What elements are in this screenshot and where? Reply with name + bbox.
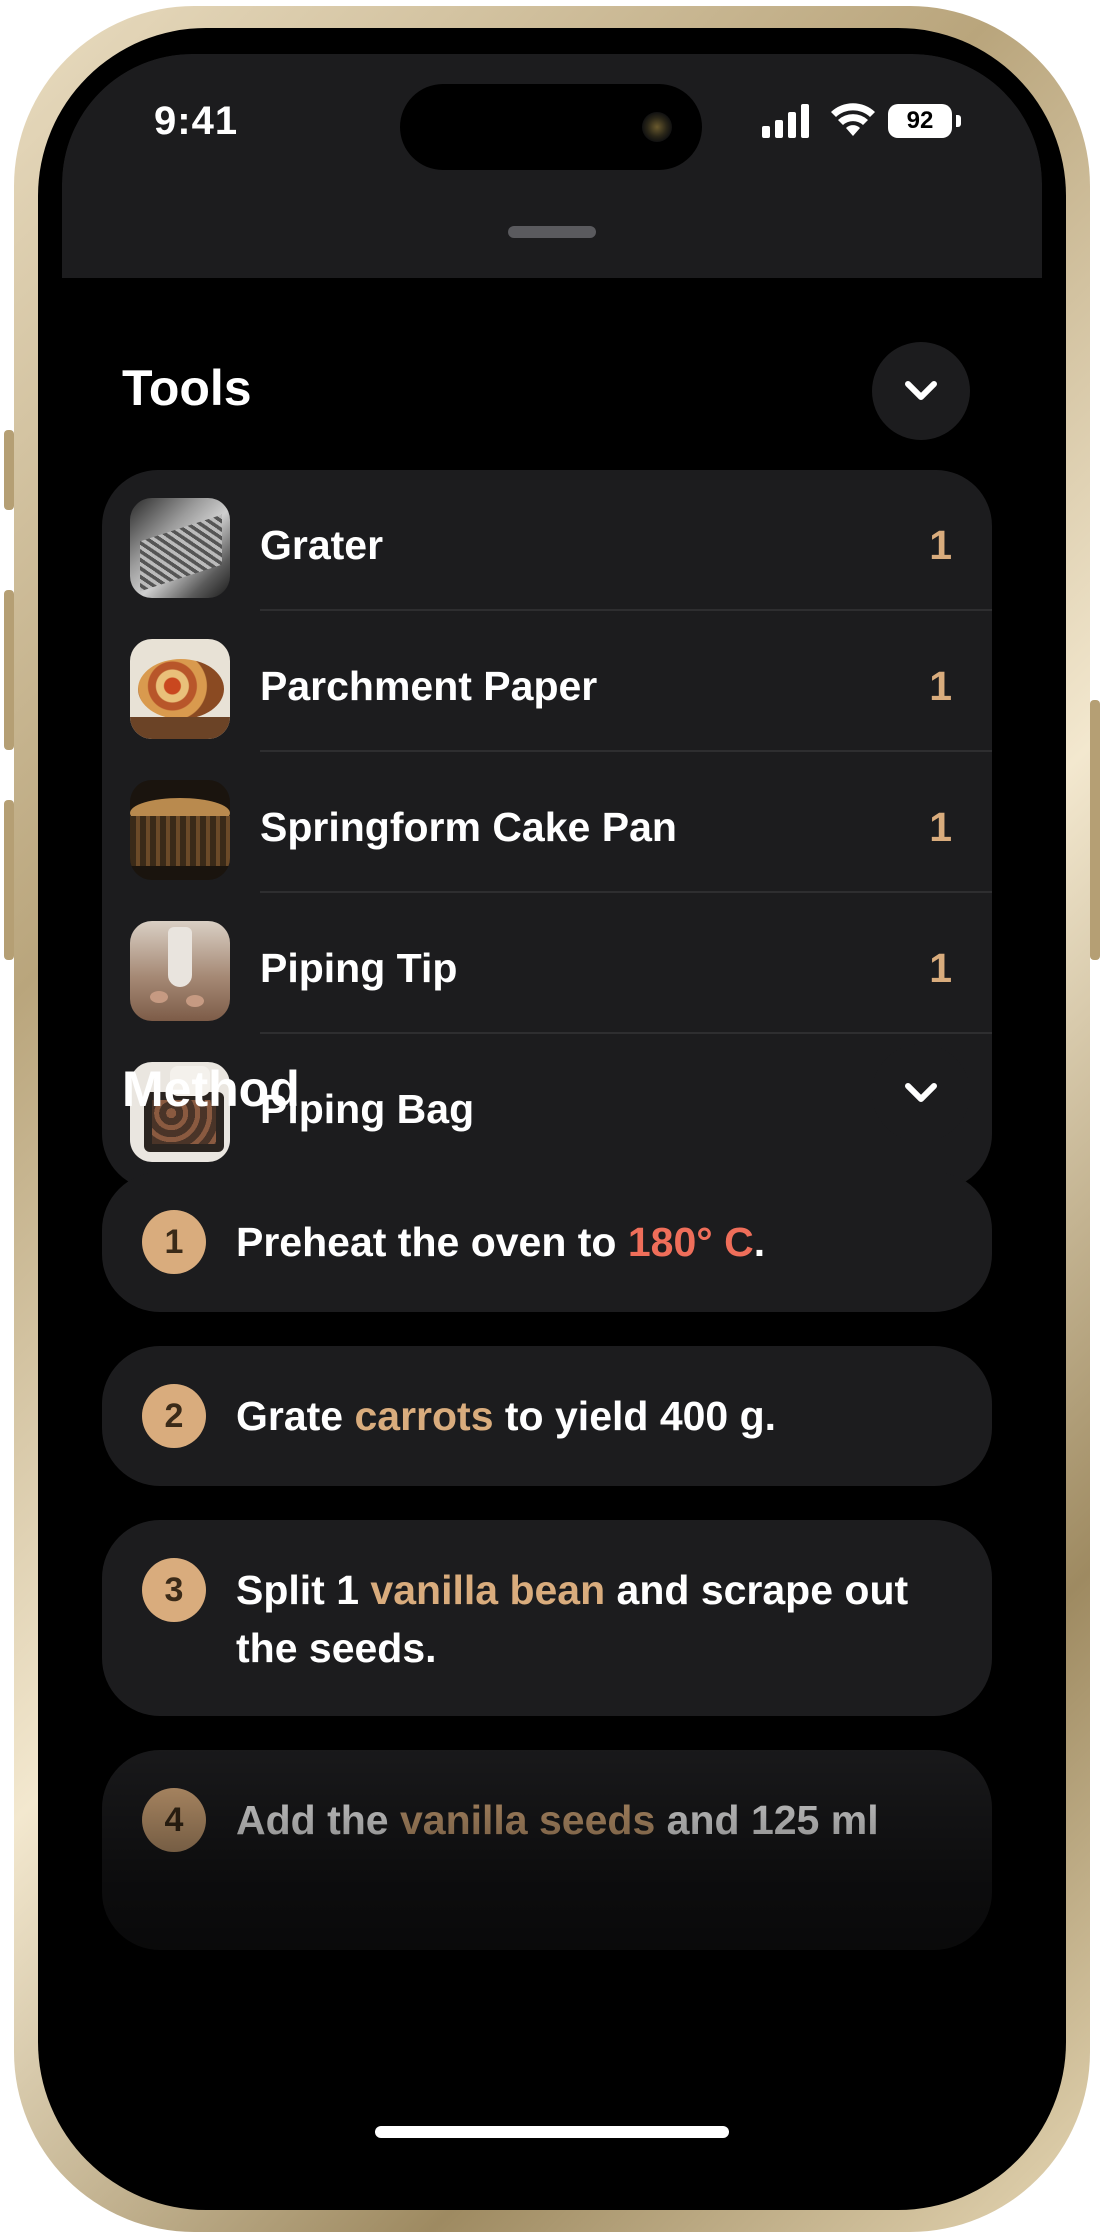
step-text: Add the vanilla seeds and 125 ml (236, 1791, 952, 1849)
step-text-part: . (753, 1219, 766, 1265)
method-collapse-button[interactable] (872, 1044, 970, 1142)
ingredient-highlight: carrots (354, 1393, 494, 1439)
camera-icon (642, 112, 672, 142)
action-button (4, 430, 14, 510)
step-number-badge: 1 (142, 1210, 206, 1274)
step-text-part: Split 1 (236, 1567, 371, 1613)
step-text-part: to yield 400 g. (493, 1393, 777, 1439)
power-button (1090, 700, 1100, 960)
ingredient-highlight: vanilla seeds (399, 1797, 656, 1843)
cellular-signal-icon (762, 102, 812, 138)
tools-collapse-button[interactable] (872, 342, 970, 440)
screen: 9:41 92 Tools Grater 1 Parchment Paper 1… (62, 54, 1042, 2186)
method-step[interactable]: 1 Preheat the oven to 180° C. (102, 1172, 992, 1312)
piping-tip-thumbnail (130, 921, 230, 1021)
wifi-icon (831, 103, 875, 136)
sheet-grabber[interactable] (508, 226, 596, 238)
chevron-down-icon (905, 1083, 937, 1102)
status-icons: 92 (762, 102, 992, 142)
battery-nub (956, 115, 961, 127)
tool-name: Grater (260, 522, 384, 568)
tool-row-grater[interactable]: Grater 1 (102, 470, 992, 611)
step-text-part: Grate (236, 1393, 355, 1439)
tool-quantity: 1 (929, 522, 952, 568)
step-number-badge: 4 (142, 1788, 206, 1852)
parchment-paper-thumbnail (130, 639, 230, 739)
chevron-down-icon (905, 381, 937, 400)
tool-row-parchment-paper[interactable]: Parchment Paper 1 (102, 611, 992, 752)
method-title: Method (122, 1061, 300, 1117)
tool-quantity: 1 (929, 663, 952, 709)
tool-name: Piping Tip (260, 945, 458, 991)
battery-icon: 92 (888, 104, 952, 138)
tool-row-piping-tip[interactable]: Piping Tip 1 (102, 893, 992, 1034)
step-text: Preheat the oven to 180° C. (236, 1213, 952, 1271)
method-step[interactable]: 3 Split 1 vanilla bean and scrape out th… (102, 1520, 992, 1716)
volume-up-button (4, 590, 14, 750)
grater-thumbnail (130, 498, 230, 598)
tool-quantity: 1 (929, 945, 952, 991)
tool-row-springform-cake-pan[interactable]: Springform Cake Pan 1 (102, 752, 992, 893)
method-step[interactable]: 2 Grate carrots to yield 400 g. (102, 1346, 992, 1486)
step-text: Split 1 vanilla bean and scrape out the … (236, 1561, 952, 1677)
step-number-badge: 2 (142, 1384, 206, 1448)
step-text: Grate carrots to yield 400 g. (236, 1387, 952, 1445)
dynamic-island (400, 84, 702, 170)
tool-quantity: 1 (929, 804, 952, 850)
home-indicator[interactable] (375, 2126, 729, 2138)
status-time: 9:41 (154, 99, 239, 143)
step-text-part: and 125 ml (655, 1797, 879, 1843)
volume-down-button (4, 800, 14, 960)
method-step[interactable]: 4 Add the vanilla seeds and 125 ml (102, 1750, 992, 1950)
step-text-part: Preheat the oven to (236, 1219, 628, 1265)
step-text-part: Add the (236, 1797, 400, 1843)
springform-cake-pan-thumbnail (130, 780, 230, 880)
tool-name: Springform Cake Pan (260, 804, 677, 850)
ingredient-highlight: vanilla bean (370, 1567, 606, 1613)
tools-title: Tools (122, 360, 252, 416)
temperature-highlight: 180° C (627, 1219, 754, 1265)
tool-name: Parchment Paper (260, 663, 598, 709)
step-number-badge: 3 (142, 1558, 206, 1622)
